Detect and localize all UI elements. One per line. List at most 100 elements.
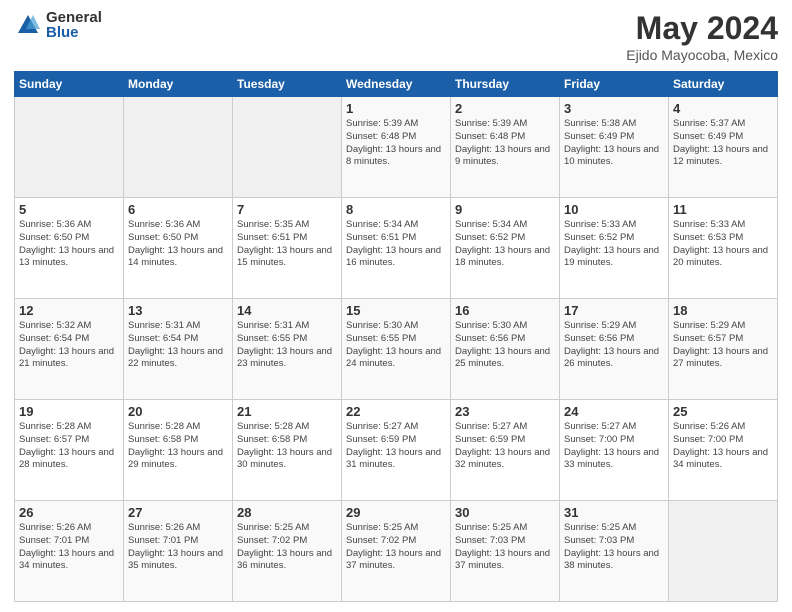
cell-day-number: 16 — [455, 303, 555, 318]
header-thursday: Thursday — [451, 72, 560, 97]
table-row: 12 Sunrise: 5:32 AM Sunset: 6:54 PM Dayli… — [15, 299, 124, 400]
header-wednesday: Wednesday — [342, 72, 451, 97]
cell-info-text: Sunrise: 5:27 AM Sunset: 6:59 PM Dayligh… — [455, 421, 555, 472]
table-row: 2 Sunrise: 5:39 AM Sunset: 6:48 PM Daylig… — [451, 97, 560, 198]
table-row: 19Sunrise: 5:28 AM Sunset: 6:57 PM Dayli… — [15, 400, 124, 501]
main-title: May 2024 — [626, 10, 778, 47]
header-friday: Friday — [560, 72, 669, 97]
cell-info-text: Sunrise: 5:31 AM Sunset: 6:54 PM Dayligh… — [128, 320, 228, 371]
calendar-week-row: 19Sunrise: 5:28 AM Sunset: 6:57 PM Dayli… — [15, 400, 778, 501]
table-row: 17Sunrise: 5:29 AM Sunset: 6:56 PM Dayli… — [560, 299, 669, 400]
table-row: 15 Sunrise: 5:30 AM Sunset: 6:55 PM Dayli… — [342, 299, 451, 400]
logo: General Blue — [14, 10, 102, 40]
cell-info-text: Sunrise: 5:36 AM Sunset: 6:50 PM Dayligh… — [19, 219, 119, 270]
cell-day-number: 19 — [19, 404, 119, 419]
cell-info-text: Sunrise: 5:26 AM Sunset: 7:01 PM Dayligh… — [128, 522, 228, 573]
cell-day-number: 9 — [455, 202, 555, 217]
cell-info-text: Sunrise: 5:38 AM Sunset: 6:49 PM Dayligh… — [564, 118, 664, 169]
cell-day-number: 26 — [19, 505, 119, 520]
cell-info-text: Sunrise: 5:25 AM Sunset: 7:02 PM Dayligh… — [346, 522, 446, 573]
table-row: 4Sunrise: 5:37 AM Sunset: 6:49 PM Daylig… — [669, 97, 778, 198]
table-row: 25 Sunrise: 5:26 AM Sunset: 7:00 PM Dayli… — [669, 400, 778, 501]
cell-info-text: Sunrise: 5:33 AM Sunset: 6:53 PM Dayligh… — [673, 219, 773, 270]
table-row: 28Sunrise: 5:25 AM Sunset: 7:02 PM Dayli… — [233, 501, 342, 602]
page: General Blue May 2024 Ejido Mayocoba, Me… — [0, 0, 792, 612]
cell-day-number: 10 — [564, 202, 664, 217]
header-tuesday: Tuesday — [233, 72, 342, 97]
calendar-week-row: 1Sunrise: 5:39 AM Sunset: 6:48 PM Daylig… — [15, 97, 778, 198]
cell-info-text: Sunrise: 5:25 AM Sunset: 7:03 PM Dayligh… — [455, 522, 555, 573]
table-row: 6Sunrise: 5:36 AM Sunset: 6:50 PM Daylig… — [124, 198, 233, 299]
cell-day-number: 4 — [673, 101, 773, 116]
table-row: 29 Sunrise: 5:25 AM Sunset: 7:02 PM Dayli… — [342, 501, 451, 602]
cell-day-number: 15 — [346, 303, 446, 318]
cell-day-number: 11 — [673, 202, 773, 217]
table-row: 5 Sunrise: 5:36 AM Sunset: 6:50 PM Daylig… — [15, 198, 124, 299]
table-row: 23 Sunrise: 5:27 AM Sunset: 6:59 PM Dayli… — [451, 400, 560, 501]
table-row: 11 Sunrise: 5:33 AM Sunset: 6:53 PM Dayli… — [669, 198, 778, 299]
cell-info-text: Sunrise: 5:30 AM Sunset: 6:56 PM Dayligh… — [455, 320, 555, 371]
calendar-week-row: 12 Sunrise: 5:32 AM Sunset: 6:54 PM Dayli… — [15, 299, 778, 400]
logo-icon — [14, 11, 42, 39]
cell-info-text: Sunrise: 5:39 AM Sunset: 6:48 PM Dayligh… — [346, 118, 446, 169]
cell-day-number: 13 — [128, 303, 228, 318]
cell-info-text: Sunrise: 5:26 AM Sunset: 7:01 PM Dayligh… — [19, 522, 119, 573]
table-row: 8 Sunrise: 5:34 AM Sunset: 6:51 PM Daylig… — [342, 198, 451, 299]
header-monday: Monday — [124, 72, 233, 97]
cell-info-text: Sunrise: 5:29 AM Sunset: 6:57 PM Dayligh… — [673, 320, 773, 371]
cell-info-text: Sunrise: 5:25 AM Sunset: 7:03 PM Dayligh… — [564, 522, 664, 573]
cell-day-number: 17 — [564, 303, 664, 318]
cell-day-number: 29 — [346, 505, 446, 520]
table-row: 10 Sunrise: 5:33 AM Sunset: 6:52 PM Dayli… — [560, 198, 669, 299]
header-sunday: Sunday — [15, 72, 124, 97]
cell-info-text: Sunrise: 5:26 AM Sunset: 7:00 PM Dayligh… — [673, 421, 773, 472]
cell-day-number: 12 — [19, 303, 119, 318]
table-row — [124, 97, 233, 198]
cell-day-number: 25 — [673, 404, 773, 419]
cell-day-number: 8 — [346, 202, 446, 217]
table-row: 9 Sunrise: 5:34 AM Sunset: 6:52 PM Daylig… — [451, 198, 560, 299]
table-row: 24 Sunrise: 5:27 AM Sunset: 7:00 PM Dayli… — [560, 400, 669, 501]
cell-info-text: Sunrise: 5:34 AM Sunset: 6:51 PM Dayligh… — [346, 219, 446, 270]
cell-day-number: 14 — [237, 303, 337, 318]
cell-day-number: 18 — [673, 303, 773, 318]
table-row: 22Sunrise: 5:27 AM Sunset: 6:59 PM Dayli… — [342, 400, 451, 501]
cell-info-text: Sunrise: 5:33 AM Sunset: 6:52 PM Dayligh… — [564, 219, 664, 270]
cell-info-text: Sunrise: 5:35 AM Sunset: 6:51 PM Dayligh… — [237, 219, 337, 270]
cell-day-number: 24 — [564, 404, 664, 419]
header: General Blue May 2024 Ejido Mayocoba, Me… — [14, 10, 778, 63]
cell-day-number: 7 — [237, 202, 337, 217]
header-saturday: Saturday — [669, 72, 778, 97]
table-row: 31 Sunrise: 5:25 AM Sunset: 7:03 PM Dayli… — [560, 501, 669, 602]
cell-day-number: 21 — [237, 404, 337, 419]
logo-blue-text: Blue — [46, 25, 102, 40]
cell-info-text: Sunrise: 5:32 AM Sunset: 6:54 PM Dayligh… — [19, 320, 119, 371]
table-row: 3Sunrise: 5:38 AM Sunset: 6:49 PM Daylig… — [560, 97, 669, 198]
cell-day-number: 30 — [455, 505, 555, 520]
table-row: 18 Sunrise: 5:29 AM Sunset: 6:57 PM Dayli… — [669, 299, 778, 400]
cell-info-text: Sunrise: 5:30 AM Sunset: 6:55 PM Dayligh… — [346, 320, 446, 371]
table-row: 13 Sunrise: 5:31 AM Sunset: 6:54 PM Dayli… — [124, 299, 233, 400]
cell-day-number: 6 — [128, 202, 228, 217]
cell-day-number: 23 — [455, 404, 555, 419]
table-row: 7 Sunrise: 5:35 AM Sunset: 6:51 PM Daylig… — [233, 198, 342, 299]
cell-day-number: 2 — [455, 101, 555, 116]
calendar-table: Sunday Monday Tuesday Wednesday Thursday… — [14, 71, 778, 602]
cell-info-text: Sunrise: 5:27 AM Sunset: 7:00 PM Dayligh… — [564, 421, 664, 472]
cell-info-text: Sunrise: 5:27 AM Sunset: 6:59 PM Dayligh… — [346, 421, 446, 472]
table-row: 26 Sunrise: 5:26 AM Sunset: 7:01 PM Dayli… — [15, 501, 124, 602]
cell-info-text: Sunrise: 5:34 AM Sunset: 6:52 PM Dayligh… — [455, 219, 555, 270]
table-row: 14Sunrise: 5:31 AM Sunset: 6:55 PM Dayli… — [233, 299, 342, 400]
table-row: 1Sunrise: 5:39 AM Sunset: 6:48 PM Daylig… — [342, 97, 451, 198]
table-row — [233, 97, 342, 198]
logo-general-text: General — [46, 10, 102, 25]
cell-info-text: Sunrise: 5:25 AM Sunset: 7:02 PM Dayligh… — [237, 522, 337, 573]
table-row: 30 Sunrise: 5:25 AM Sunset: 7:03 PM Dayli… — [451, 501, 560, 602]
table-row: 16 Sunrise: 5:30 AM Sunset: 6:56 PM Dayli… — [451, 299, 560, 400]
calendar-header-row: Sunday Monday Tuesday Wednesday Thursday… — [15, 72, 778, 97]
calendar-week-row: 26 Sunrise: 5:26 AM Sunset: 7:01 PM Dayli… — [15, 501, 778, 602]
cell-day-number: 5 — [19, 202, 119, 217]
calendar-week-row: 5 Sunrise: 5:36 AM Sunset: 6:50 PM Daylig… — [15, 198, 778, 299]
cell-day-number: 31 — [564, 505, 664, 520]
cell-info-text: Sunrise: 5:39 AM Sunset: 6:48 PM Dayligh… — [455, 118, 555, 169]
